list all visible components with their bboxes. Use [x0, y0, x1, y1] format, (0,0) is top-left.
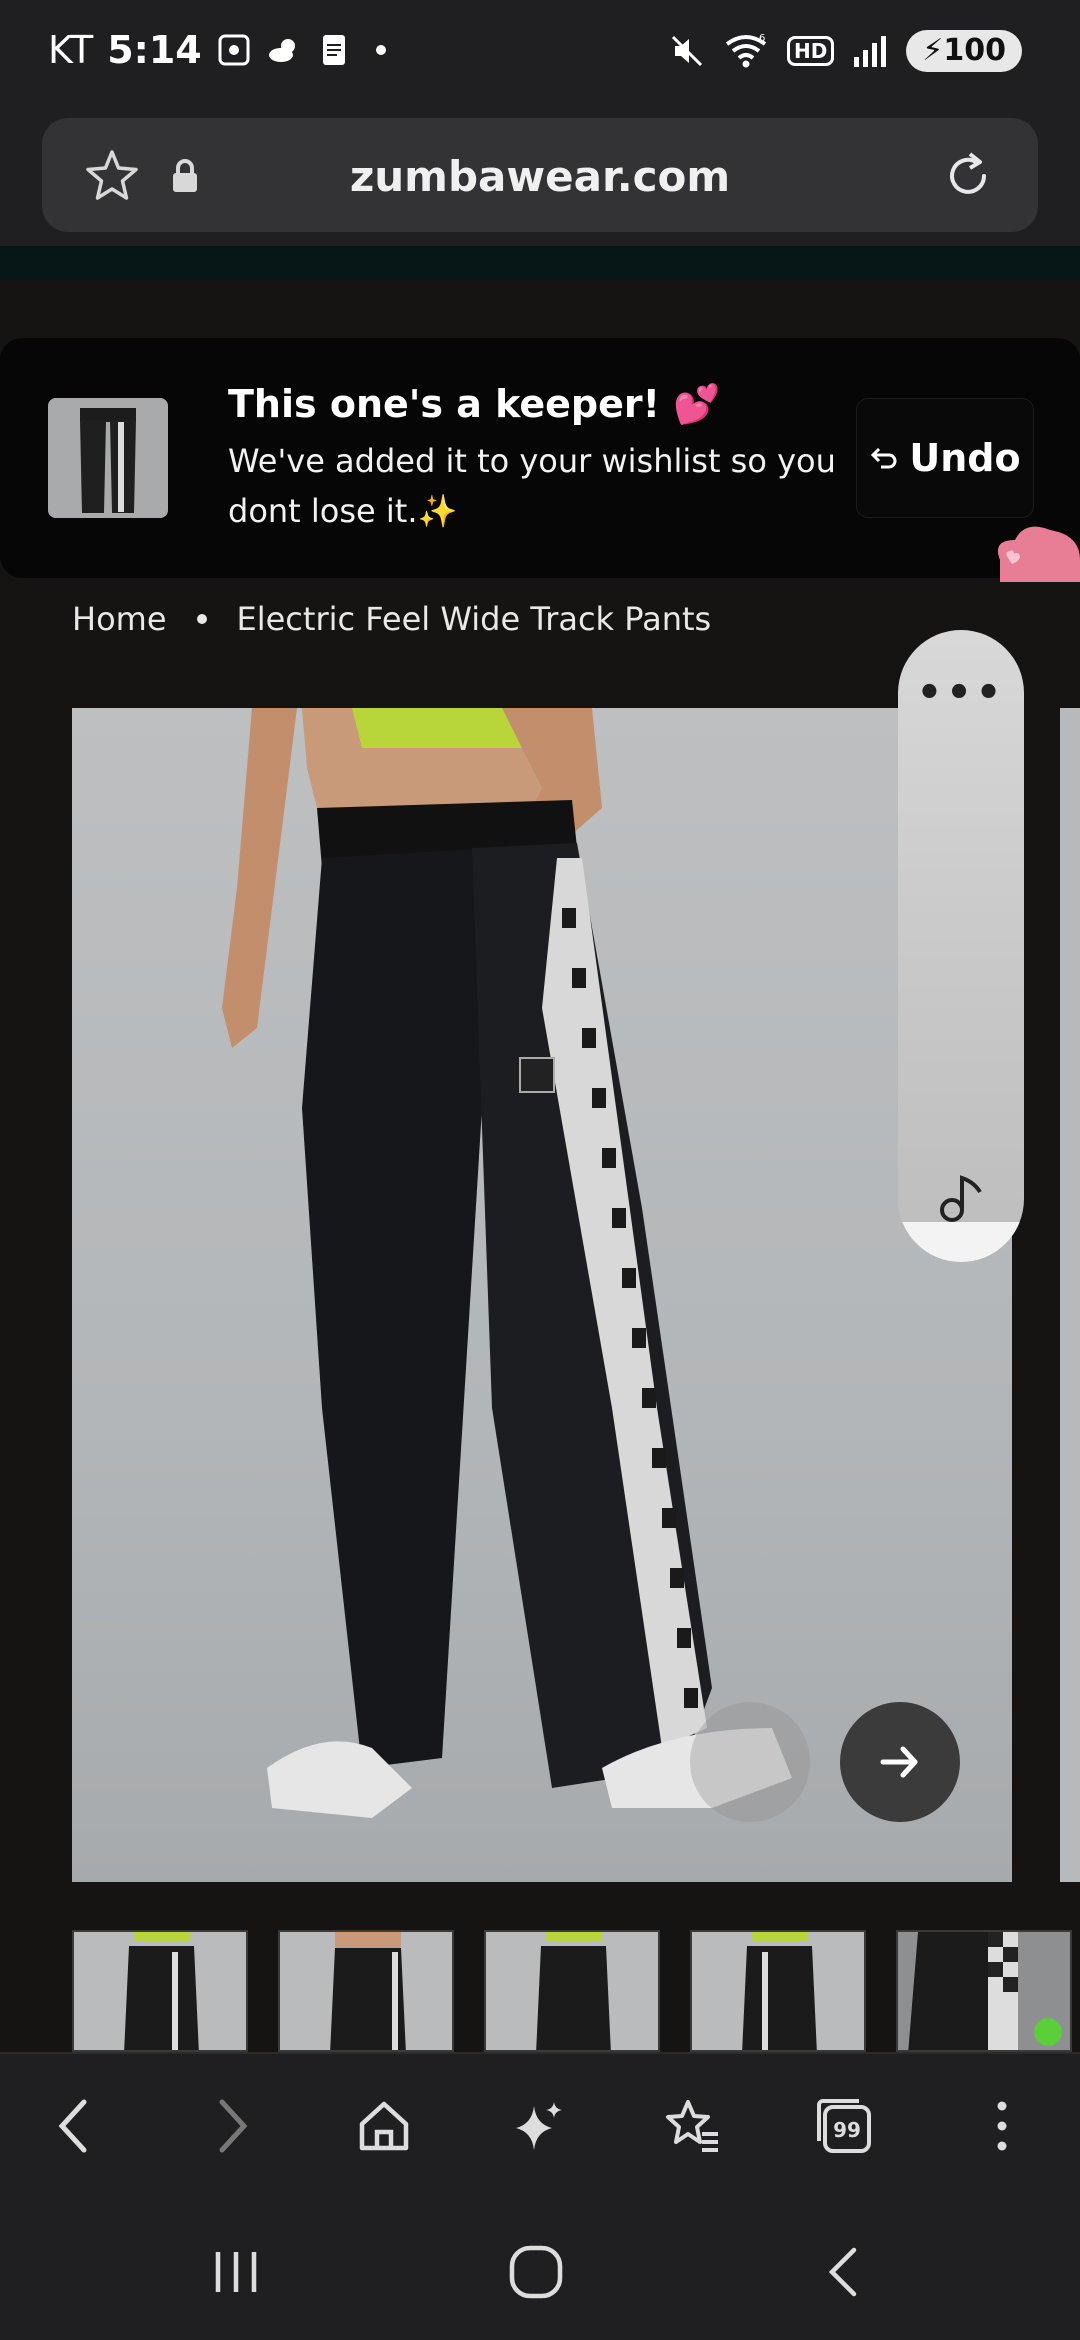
status-left: KT 5:14 — [48, 28, 386, 72]
back-icon — [58, 2099, 87, 2153]
thumbnail-strip — [72, 1930, 1072, 2052]
forward-button[interactable] — [200, 2094, 264, 2158]
recents-icon — [215, 2252, 257, 2292]
clock: 5:14 — [107, 28, 202, 72]
next-image-button[interactable] — [840, 1702, 960, 1822]
status-bar: KT 5:14 6 HD ⚡100 — [0, 0, 1080, 110]
music-note-icon[interactable] — [934, 1170, 990, 1226]
more-menu-button[interactable] — [970, 2094, 1034, 2158]
battery-indicator: ⚡100 — [906, 30, 1022, 72]
breadcrumb-current: Electric Feel Wide Track Pants — [236, 600, 712, 638]
thumbnail-5[interactable] — [896, 1930, 1072, 2052]
bookmarks-icon — [666, 2100, 718, 2152]
back-button[interactable] — [42, 2094, 106, 2158]
product-illustration — [222, 708, 792, 1818]
browser-bottom-nav: 99 — [0, 2052, 1080, 2198]
forward-icon — [219, 2099, 248, 2153]
mute-icon — [671, 35, 703, 67]
reload-icon[interactable] — [940, 148, 996, 204]
tabs-button[interactable]: 99 — [812, 2094, 876, 2158]
ai-assistant-button[interactable] — [508, 2094, 572, 2158]
hd-badge: HD — [786, 36, 835, 66]
undo-icon — [871, 447, 897, 469]
toast-message: We've added it to your wishlist so you d… — [228, 442, 836, 530]
heart-icon — [997, 526, 1080, 582]
wishlist-toast: This one's a keeper! 💕 We've added it to… — [0, 338, 1080, 578]
home-button[interactable] — [352, 2094, 416, 2158]
system-back-icon — [828, 2247, 857, 2297]
browser-toolbar: zumbawear.com — [0, 110, 1080, 246]
arrow-right-icon — [880, 1746, 918, 1778]
thumbnail-4[interactable] — [690, 1930, 866, 2052]
status-right: 6 HD ⚡100 — [669, 30, 1022, 72]
screenshot-icon — [218, 34, 250, 66]
floating-media-panel[interactable]: ••• — [898, 630, 1024, 1262]
undo-label: Undo — [909, 436, 1021, 480]
system-home-button[interactable] — [506, 2242, 566, 2302]
toast-title: This one's a keeper! 💕 — [228, 382, 721, 426]
signal-icon — [854, 36, 887, 67]
url-text[interactable]: zumbawear.com — [42, 152, 1038, 201]
carrier-label: KT — [48, 28, 94, 72]
weather-icon — [268, 39, 295, 62]
product-image[interactable] — [72, 708, 1012, 1882]
tabs-count: 99 — [833, 2118, 861, 2142]
undo-button[interactable]: Undo — [856, 398, 1034, 518]
more-icon — [997, 2101, 1007, 2151]
wifi-icon: 6 — [725, 33, 767, 68]
address-bar[interactable]: zumbawear.com — [42, 118, 1038, 232]
sparkle-icon — [516, 2102, 562, 2150]
panel-bottom-bar — [898, 1222, 1024, 1262]
notification-dot — [375, 45, 386, 55]
panel-menu-dots[interactable]: ••• — [898, 670, 1024, 716]
thumbnail-2[interactable] — [278, 1930, 454, 2052]
svg-text:6: 6 — [759, 33, 765, 44]
battery-level: 100 — [943, 33, 1006, 68]
thumbnail-1[interactable] — [72, 1930, 248, 2052]
system-back-button[interactable] — [814, 2242, 874, 2302]
breadcrumb: Home Electric Feel Wide Track Pants — [72, 600, 711, 638]
next-image-peek — [1060, 708, 1080, 1882]
tabs-icon: 99 — [817, 2099, 871, 2153]
home-icon — [359, 2101, 409, 2151]
bookmarks-button[interactable] — [660, 2094, 724, 2158]
site-header-strip — [0, 246, 1080, 280]
previous-image-button[interactable] — [690, 1702, 810, 1822]
breadcrumb-home[interactable]: Home — [72, 600, 167, 638]
breadcrumb-separator — [196, 614, 207, 624]
toast-product-thumbnail — [48, 398, 168, 518]
thumbnail-3[interactable] — [484, 1930, 660, 2052]
home-circle-icon — [509, 2245, 563, 2299]
document-icon — [322, 35, 345, 65]
recents-button[interactable] — [206, 2242, 266, 2302]
system-navigation-bar — [0, 2196, 1080, 2340]
